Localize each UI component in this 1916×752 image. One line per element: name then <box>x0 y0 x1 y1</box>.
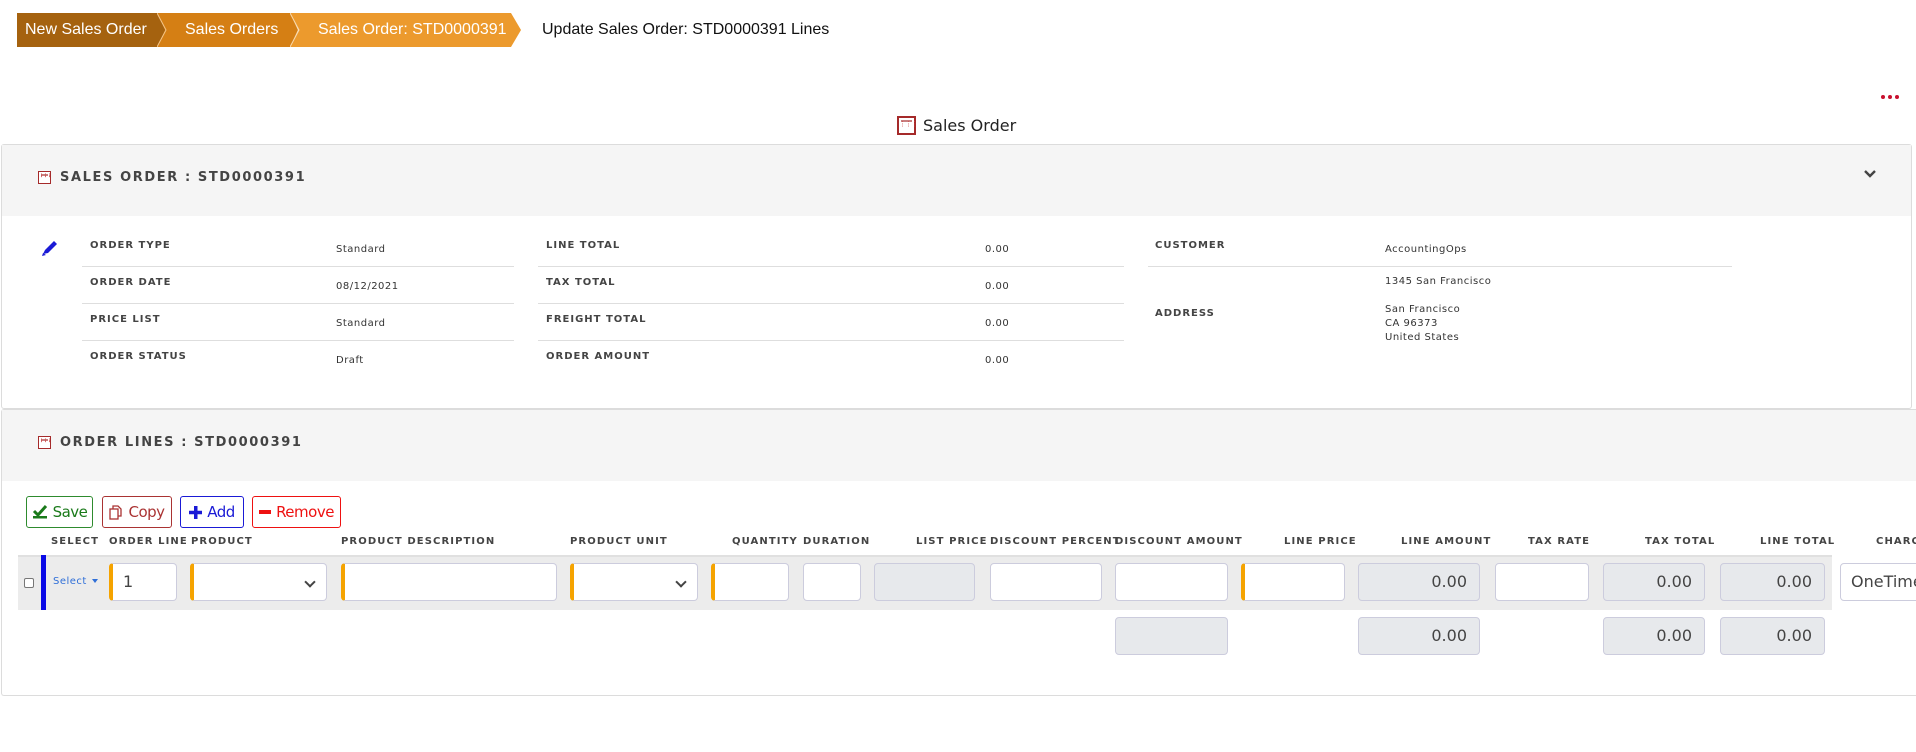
address-label: ADDRESS <box>1155 308 1215 319</box>
address-line-3: CA 96373 <box>1385 318 1438 329</box>
minus-icon <box>259 510 272 514</box>
row-select-dropdown[interactable]: Select <box>53 576 98 587</box>
column-header-tax-total: TAX TOTAL <box>1645 536 1716 547</box>
divider <box>538 266 1124 267</box>
sales-order-panel-header[interactable]: SALES ORDER : STD0000391 <box>2 145 1911 216</box>
discount-amount-input[interactable] <box>1115 563 1228 601</box>
customer-value: AccountingOps <box>1385 244 1467 255</box>
column-header-order-line: ORDER LINE <box>109 536 188 547</box>
column-header-duration: DURATION <box>803 536 871 547</box>
column-header-line-price: LINE PRICE <box>1284 536 1357 547</box>
divider <box>82 340 514 341</box>
breadcrumb-new-sales-order[interactable]: New Sales Order <box>17 13 165 47</box>
column-header-charge: CHARGE <box>1876 536 1916 547</box>
tax-total-label: TAX TOTAL <box>546 277 616 288</box>
divider <box>538 303 1124 304</box>
discount-amount-total <box>1115 617 1228 655</box>
calendar-icon <box>897 115 916 135</box>
line-total-total: 0.00 <box>1720 617 1825 655</box>
breadcrumb-separator <box>290 13 300 47</box>
order-date-label: ORDER DATE <box>90 277 172 288</box>
quantity-input[interactable] <box>711 563 789 601</box>
breadcrumb-current: Update Sales Order: STD0000391 Lines <box>542 21 830 38</box>
duration-input[interactable] <box>803 563 861 601</box>
discount-percent-input[interactable] <box>990 563 1102 601</box>
product-description-input[interactable] <box>341 563 557 601</box>
breadcrumb-sales-order[interactable]: Sales Order: STD0000391 <box>289 13 521 47</box>
sales-order-panel: SALES ORDER : STD0000391 ORDER TYPE Stan… <box>1 144 1912 409</box>
charge-select[interactable]: OneTime <box>1840 563 1916 601</box>
calendar-icon <box>38 436 51 449</box>
product-unit-select[interactable] <box>570 563 698 601</box>
add-button[interactable]: Add <box>180 496 244 528</box>
more-options-icon[interactable] <box>1881 91 1901 103</box>
plus-icon <box>189 505 203 519</box>
column-header-list-price: LIST PRICE <box>916 536 988 547</box>
product-select[interactable] <box>190 563 327 601</box>
order-lines-title: ORDER LINES : STD0000391 <box>38 435 303 450</box>
divider <box>82 266 514 267</box>
divider <box>538 340 1124 341</box>
line-total-value: 0.00 <box>985 244 1010 255</box>
column-header-tax-rate: TAX RATE <box>1528 536 1591 547</box>
row-checkbox[interactable] <box>24 578 34 588</box>
divider <box>82 303 514 304</box>
sales-order-title: SALES ORDER : STD0000391 <box>38 170 306 185</box>
check-icon <box>32 505 47 519</box>
page-title: Sales Order <box>897 114 1016 136</box>
line-total-label: LINE TOTAL <box>546 240 621 251</box>
column-header-discount-percent: DISCOUNT PERCENT <box>990 536 1121 547</box>
breadcrumb-sales-orders[interactable]: Sales Orders <box>150 13 298 47</box>
price-list-label: PRICE LIST <box>90 314 161 325</box>
price-list-value: Standard <box>336 318 386 329</box>
column-header-product: PRODUCT <box>191 536 253 547</box>
line-price-input[interactable] <box>1241 563 1345 601</box>
line-amount-field: 0.00 <box>1358 563 1480 601</box>
column-header-select: SELECT <box>51 536 99 547</box>
chevron-down-icon[interactable] <box>1863 169 1877 179</box>
copy-button[interactable]: Copy <box>102 496 172 528</box>
save-button[interactable]: Save <box>26 496 93 528</box>
freight-total-value: 0.00 <box>985 318 1010 329</box>
order-status-label: ORDER STATUS <box>90 351 187 362</box>
divider <box>1148 266 1732 267</box>
remove-button[interactable]: Remove <box>252 496 341 528</box>
caret-down-icon <box>91 579 98 583</box>
column-header-line-total: LINE TOTAL <box>1760 536 1836 547</box>
line-amount-total: 0.00 <box>1358 617 1480 655</box>
address-line-4: United States <box>1385 332 1460 343</box>
tax-rate-input[interactable] <box>1495 563 1589 601</box>
tax-total-total: 0.00 <box>1603 617 1705 655</box>
address-line-1: 1345 San Francisco <box>1385 276 1492 287</box>
order-type-value: Standard <box>336 244 386 255</box>
selected-row-marker <box>41 555 46 610</box>
customer-label: CUSTOMER <box>1155 240 1226 251</box>
address-line-2: San Francisco <box>1385 304 1461 315</box>
column-header-product-unit: PRODUCT UNIT <box>570 536 668 547</box>
order-amount-label: ORDER AMOUNT <box>546 351 651 362</box>
copy-icon <box>109 504 123 520</box>
column-header-line-amount: LINE AMOUNT <box>1401 536 1492 547</box>
order-date-value: 08/12/2021 <box>336 281 399 292</box>
tax-total-value: 0.00 <box>985 281 1010 292</box>
order-amount-value: 0.00 <box>985 355 1010 366</box>
calendar-icon <box>38 171 51 184</box>
order-status-value: Draft <box>336 355 364 366</box>
order-line-input[interactable]: 1 <box>109 563 177 601</box>
column-header-product-description: PRODUCT DESCRIPTION <box>341 536 496 547</box>
line-total-field: 0.00 <box>1720 563 1825 601</box>
tax-total-field: 0.00 <box>1603 563 1705 601</box>
page-title-text: Sales Order <box>923 115 1017 135</box>
pencil-icon[interactable] <box>40 239 60 257</box>
column-header-quantity: QUANTITY <box>732 536 798 547</box>
breadcrumb-separator <box>157 13 167 47</box>
order-type-label: ORDER TYPE <box>90 240 171 251</box>
freight-total-label: FREIGHT TOTAL <box>546 314 647 325</box>
column-header-discount-amount: DISCOUNT AMOUNT <box>1115 536 1243 547</box>
list-price-field <box>874 563 975 601</box>
order-lines-panel-header: ORDER LINES : STD0000391 <box>2 410 1916 481</box>
